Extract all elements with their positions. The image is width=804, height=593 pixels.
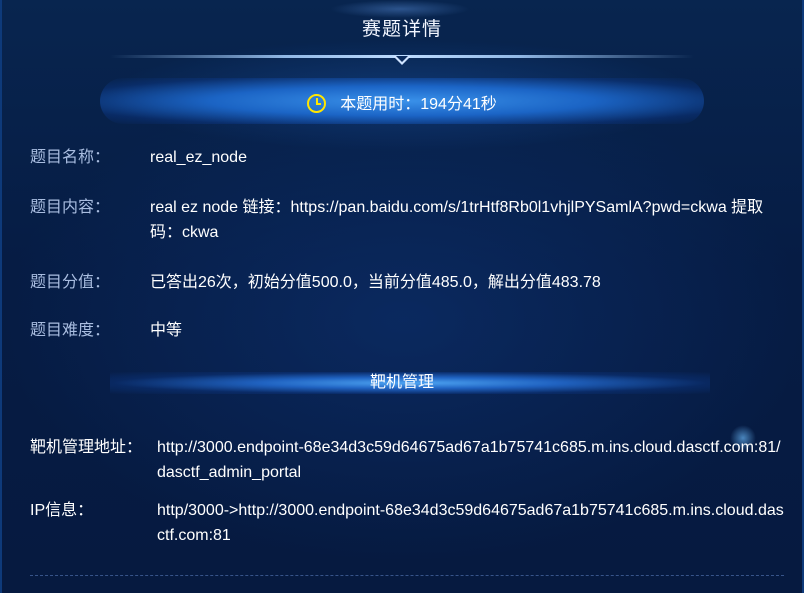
target-section-title: 靶机管理 — [369, 374, 434, 391]
challenge-score-value: 已答出26次，初始分值500.0，当前分值485.0，解出分值483.78 — [150, 274, 601, 291]
challenge-difficulty-label: 题目难度： — [30, 322, 111, 339]
time-elapsed: 本题用时：194分41秒 — [0, 90, 804, 114]
time-elapsed-text: 本题用时：194分41秒 — [340, 96, 497, 113]
challenge-content-value[interactable]: real ez node 链接：https://pan.baidu.com/s/… — [150, 195, 776, 245]
challenge-score-label: 题目分值： — [30, 274, 111, 291]
challenge-difficulty-value: 中等 — [150, 322, 183, 339]
target-address-label: 靶机管理地址： — [30, 439, 143, 456]
title-divider-notch-inner — [396, 56, 408, 62]
bottom-divider — [30, 575, 784, 576]
page-title: 赛题详情 — [361, 19, 442, 40]
challenge-name-value: real_ez_node — [150, 149, 247, 166]
clock-icon — [307, 94, 327, 113]
ip-info-value: http/3000->http://3000.endpoint-68e34d3c… — [157, 502, 784, 544]
ip-info-label: IP信息： — [30, 502, 94, 519]
target-address-link[interactable]: http://3000.endpoint-68e34d3c59d64675ad6… — [157, 435, 787, 485]
challenge-name-label: 题目名称： — [30, 149, 111, 166]
challenge-content-label: 题目内容： — [30, 199, 111, 216]
